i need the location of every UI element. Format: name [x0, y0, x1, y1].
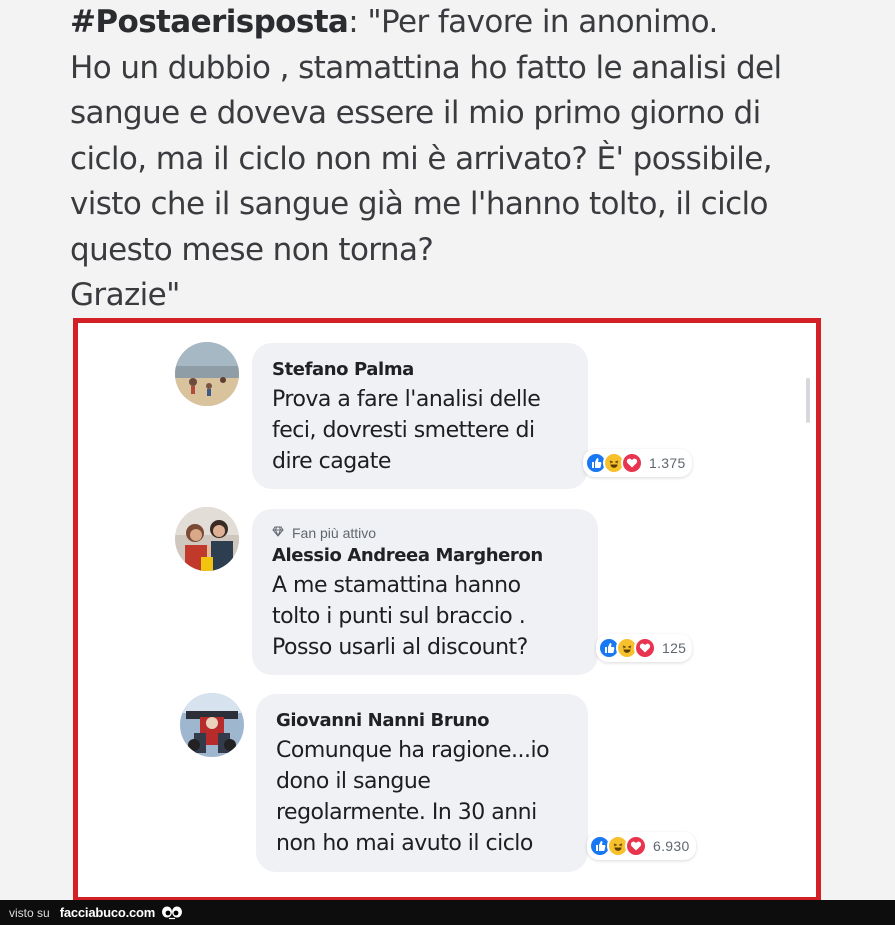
comment-author[interactable]: Stefano Palma — [272, 359, 570, 380]
badge-label: Fan più attivo — [292, 525, 377, 541]
post-line: visto che il sangue già me l'hanno tolto… — [70, 186, 769, 222]
comment-text-line: dono il sangue — [276, 769, 431, 794]
post-first-line: #Postaerisposta: "Per favore in anonimo. — [70, 0, 870, 46]
reaction-count: 6.930 — [653, 838, 690, 854]
post-line: ciclo, ma il ciclo non mi è arrivato? È'… — [70, 140, 773, 177]
reaction-count: 1.375 — [649, 455, 686, 471]
post-first-line-rest: : "Per favore in anonimo. — [348, 4, 718, 40]
avatar[interactable] — [180, 693, 244, 757]
post-line: sangue e doveva essere il mio primo gior… — [70, 95, 761, 131]
post-text: #Postaerisposta: "Per favore in anonimo.… — [70, 0, 870, 319]
comment-text: Prova a fare l'analisi delle feci, dovre… — [272, 384, 570, 477]
scrollbar[interactable] — [806, 378, 810, 423]
comment-text-line: regolarmente. In 30 anni — [276, 800, 537, 825]
reaction-summary[interactable]: 1.375 — [583, 449, 692, 477]
comment-text-line: Posso usarli al discount? — [272, 635, 528, 660]
avatar[interactable] — [175, 342, 239, 406]
comment-text-line: A me stamattina hanno — [272, 573, 521, 598]
heart-icon — [621, 452, 643, 474]
comment-author[interactable]: Alessio Andreea Margheron — [272, 545, 580, 566]
reaction-summary[interactable]: 6.930 — [587, 832, 696, 860]
eyes-icon — [161, 906, 183, 920]
comment-text-line: non ho mai avuto il ciclo — [276, 831, 533, 856]
reaction-count: 125 — [662, 640, 687, 656]
reaction-summary[interactable]: 125 — [596, 634, 693, 662]
footer-brand[interactable]: facciabuco.com — [60, 905, 156, 920]
comment-text: Comunque ha ragione...io dono il sangue … — [276, 735, 570, 859]
comment-bubble: Giovanni Nanni Bruno Comunque ha ragione… — [256, 694, 588, 872]
post-line: Ho un dubbio , stamattina ho fatto le an… — [70, 49, 782, 86]
diamond-icon — [272, 526, 284, 540]
post-hashtag[interactable]: #Postaerisposta — [70, 4, 349, 40]
post-line: Grazie" — [70, 277, 180, 313]
avatar[interactable] — [175, 507, 239, 571]
comment-bubble: Fan più attivo Alessio Andreea Margheron… — [252, 509, 598, 675]
footer-prefix: visto su — [9, 905, 50, 920]
comment-text-line: feci, dovresti smettere di — [272, 418, 535, 443]
comment-text: A me stamattina hanno tolto i punti sul … — [272, 570, 580, 663]
post-line: questo mese non torna? — [70, 231, 434, 268]
comments-highlight-box: Stefano Palma Prova a fare l'analisi del… — [73, 318, 821, 902]
comment-text-line: Comunque ha ragione...io — [276, 738, 550, 763]
top-fan-badge: Fan più attivo — [272, 525, 580, 541]
comment-bubble: Stefano Palma Prova a fare l'analisi del… — [252, 343, 588, 489]
comment-text-line: tolto i punti sul braccio . — [272, 604, 526, 629]
comment-author[interactable]: Giovanni Nanni Bruno — [276, 710, 570, 731]
footer-watermark-bar: visto su facciabuco.com — [0, 900, 895, 925]
comment-text-line: dire cagate — [272, 449, 391, 474]
heart-icon — [625, 835, 647, 857]
comment-text-line: Prova a fare l'analisi delle — [272, 387, 541, 412]
heart-icon — [634, 637, 656, 659]
